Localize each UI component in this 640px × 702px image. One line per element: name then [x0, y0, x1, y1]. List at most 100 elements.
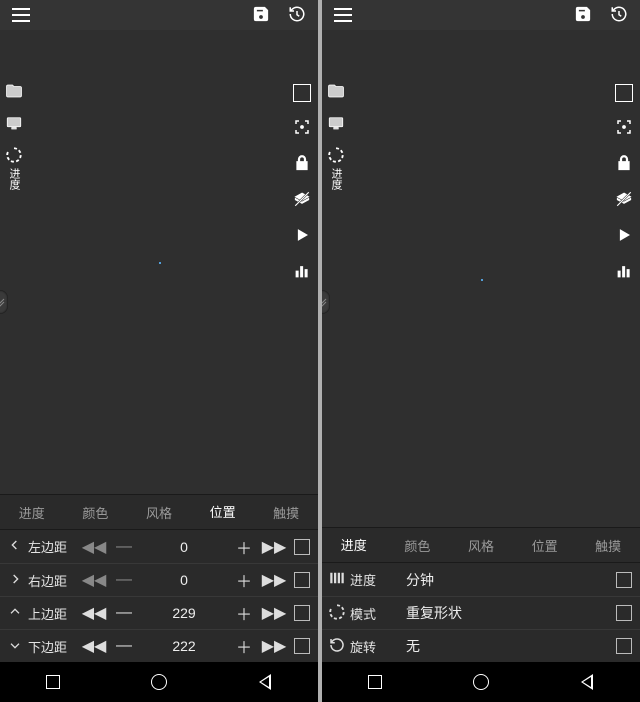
- layers-off-icon[interactable]: [291, 188, 313, 210]
- android-navbar: [0, 662, 318, 702]
- bounds-icon[interactable]: [615, 84, 633, 102]
- fast-rewind-icon[interactable]: ◀◀: [80, 636, 108, 656]
- arrow-right-icon: [4, 571, 26, 590]
- arrow-down-icon: [4, 637, 26, 656]
- tab-4[interactable]: 触摸: [254, 494, 318, 531]
- position-panel: 左边距◀◀—0＋▶▶右边距◀◀—0＋▶▶上边距◀◀—229＋▶▶下边距◀◀—22…: [0, 530, 318, 662]
- save-icon[interactable]: [574, 5, 592, 26]
- minus-icon[interactable]: —: [110, 538, 138, 556]
- statusbar: [322, 0, 640, 30]
- row-checkbox[interactable]: [616, 638, 632, 654]
- fast-forward-icon[interactable]: ▶▶: [260, 570, 288, 590]
- minus-icon[interactable]: —: [110, 604, 138, 622]
- drawer-handle[interactable]: [322, 290, 330, 314]
- tabs-row: 进度颜色风格位置触摸: [322, 527, 640, 563]
- save-icon[interactable]: [252, 5, 270, 26]
- play-icon[interactable]: [613, 224, 635, 246]
- ring-icon: [326, 603, 348, 624]
- nav-back[interactable]: [255, 672, 275, 692]
- row-value: 0: [140, 539, 228, 555]
- selection-box[interactable]: [481, 279, 483, 281]
- row-value: 无: [396, 636, 610, 656]
- fast-rewind-icon[interactable]: ◀◀: [80, 537, 108, 557]
- tab-0[interactable]: 进度: [322, 526, 386, 565]
- row-value: 0: [140, 572, 228, 588]
- menu-icon[interactable]: [12, 8, 30, 22]
- bounds-icon[interactable]: [293, 84, 311, 102]
- progress-tool-label: 进度: [6, 168, 22, 190]
- statusbar: [0, 0, 318, 30]
- minus-icon[interactable]: —: [110, 571, 138, 589]
- lock-icon[interactable]: [291, 152, 313, 174]
- row-checkbox[interactable]: [294, 605, 310, 621]
- equalizer-icon[interactable]: [613, 260, 635, 282]
- plus-icon[interactable]: ＋: [230, 634, 258, 658]
- nav-home[interactable]: [471, 672, 491, 692]
- plus-icon[interactable]: ＋: [230, 535, 258, 559]
- screen-icon[interactable]: [5, 114, 23, 132]
- folder-icon[interactable]: [327, 82, 345, 100]
- focus-icon[interactable]: [291, 116, 313, 138]
- play-icon[interactable]: [291, 224, 313, 246]
- nav-home[interactable]: [149, 672, 169, 692]
- equalizer-icon[interactable]: [291, 260, 313, 282]
- tab-0[interactable]: 进度: [0, 494, 64, 531]
- fast-forward-icon[interactable]: ▶▶: [260, 537, 288, 557]
- selection-box[interactable]: [159, 262, 161, 264]
- phone-right: 进度 进度颜色风格位置触摸 进度分钟模式重复形状旋转无: [322, 0, 640, 702]
- row-label: 进度: [350, 570, 394, 589]
- row-checkbox[interactable]: [294, 539, 310, 555]
- bars-icon: [326, 569, 348, 590]
- margin-row-0: 左边距◀◀—0＋▶▶: [0, 530, 318, 563]
- layers-off-icon[interactable]: [613, 188, 635, 210]
- setting-row-0[interactable]: 进度分钟: [322, 563, 640, 596]
- tab-2[interactable]: 风格: [449, 527, 513, 564]
- android-navbar: [322, 662, 640, 702]
- margin-row-1: 右边距◀◀—0＋▶▶: [0, 563, 318, 596]
- progress-panel: 进度分钟模式重复形状旋转无: [322, 563, 640, 662]
- row-checkbox[interactable]: [294, 572, 310, 588]
- folder-icon[interactable]: [5, 82, 23, 100]
- focus-icon[interactable]: [613, 116, 635, 138]
- canvas-area[interactable]: 进度: [322, 30, 640, 527]
- lock-icon[interactable]: [613, 152, 635, 174]
- screen-icon[interactable]: [327, 114, 345, 132]
- row-checkbox[interactable]: [294, 638, 310, 654]
- tab-1[interactable]: 颜色: [386, 527, 450, 564]
- row-label: 模式: [350, 604, 394, 623]
- nav-recent[interactable]: [365, 672, 385, 692]
- row-checkbox[interactable]: [616, 605, 632, 621]
- canvas-area[interactable]: 进度: [0, 30, 318, 494]
- arrow-left-icon: [4, 537, 26, 556]
- history-icon[interactable]: [610, 5, 628, 26]
- tab-3[interactable]: 位置: [513, 527, 577, 564]
- fast-forward-icon[interactable]: ▶▶: [260, 636, 288, 656]
- progress-tool-icon[interactable]: 进度: [5, 146, 23, 190]
- history-icon[interactable]: [288, 5, 306, 26]
- setting-row-1[interactable]: 模式重复形状: [322, 596, 640, 629]
- row-label: 上边距: [28, 604, 78, 623]
- minus-icon[interactable]: —: [110, 637, 138, 655]
- plus-icon[interactable]: ＋: [230, 601, 258, 625]
- setting-row-2[interactable]: 旋转无: [322, 629, 640, 662]
- fast-rewind-icon[interactable]: ◀◀: [80, 570, 108, 590]
- tab-4[interactable]: 触摸: [576, 527, 640, 564]
- tabs-row: 进度颜色风格位置触摸: [0, 494, 318, 530]
- menu-icon[interactable]: [334, 8, 352, 22]
- fast-rewind-icon[interactable]: ◀◀: [80, 603, 108, 623]
- nav-recent[interactable]: [43, 672, 63, 692]
- plus-icon[interactable]: ＋: [230, 568, 258, 592]
- fast-forward-icon[interactable]: ▶▶: [260, 603, 288, 623]
- nav-back[interactable]: [577, 672, 597, 692]
- drawer-handle[interactable]: [0, 290, 8, 314]
- tab-3[interactable]: 位置: [191, 493, 255, 532]
- row-label: 左边距: [28, 537, 78, 556]
- row-label: 右边距: [28, 571, 78, 590]
- rotate-icon: [326, 636, 348, 657]
- tab-1[interactable]: 颜色: [64, 494, 128, 531]
- tab-2[interactable]: 风格: [127, 494, 191, 531]
- row-checkbox[interactable]: [616, 572, 632, 588]
- progress-tool-icon[interactable]: 进度: [327, 146, 345, 190]
- row-label: 下边距: [28, 637, 78, 656]
- progress-tool-label: 进度: [328, 168, 344, 190]
